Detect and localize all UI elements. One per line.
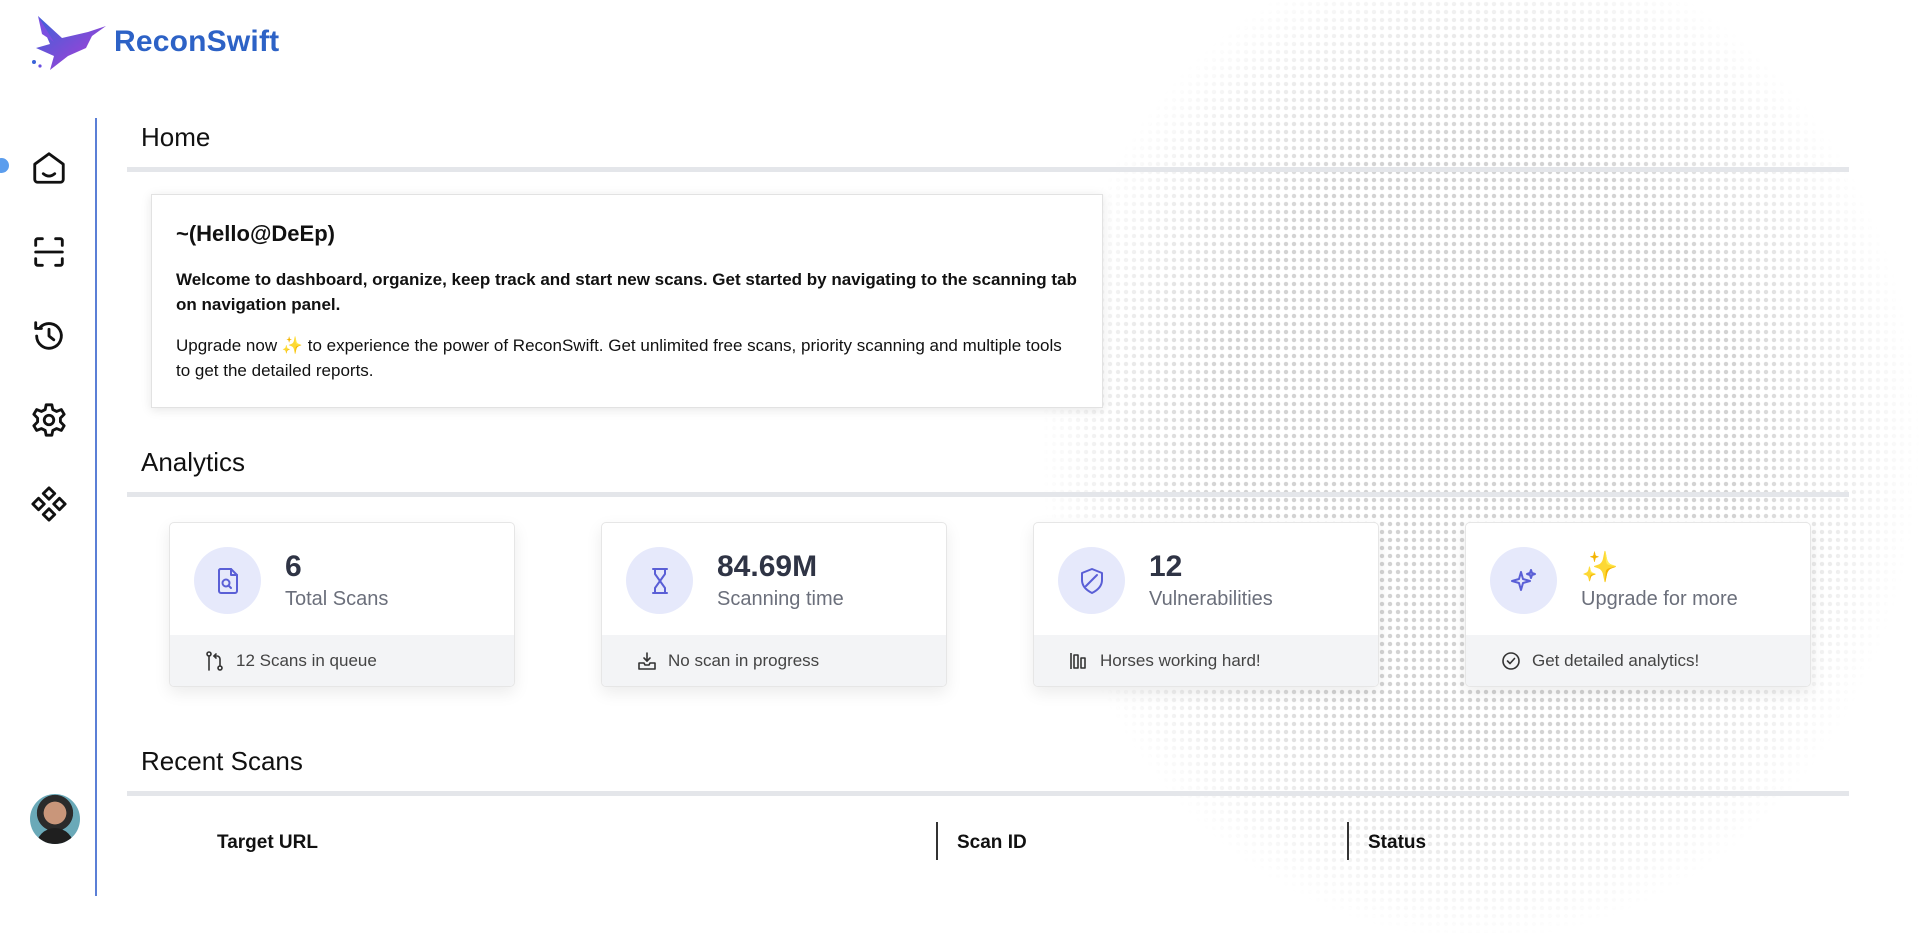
sparkles-icon xyxy=(1490,547,1557,614)
sidebar xyxy=(0,118,97,898)
home-divider xyxy=(127,167,1849,172)
recent-scans-divider xyxy=(127,791,1849,796)
integrations-icon xyxy=(31,486,67,522)
analytics-divider xyxy=(127,492,1849,497)
stat-card-total-scans[interactable]: 6 Total Scans 12 Scans in queue xyxy=(169,522,515,687)
sparkles-emoji: ✨ xyxy=(281,336,304,355)
document-search-icon xyxy=(194,547,261,614)
sidebar-item-integrations[interactable] xyxy=(28,483,70,525)
sidebar-item-history[interactable] xyxy=(28,315,70,357)
stat-footer: 12 Scans in queue xyxy=(170,635,514,686)
queue-icon xyxy=(206,650,223,671)
stat-value: 12 xyxy=(1149,550,1183,583)
column-scan-id[interactable]: Scan ID xyxy=(957,832,1027,854)
main-content: Home ~(Hello@DeEp) Welcome to dashboard,… xyxy=(127,118,1849,860)
stat-label: Vulnerabilities xyxy=(1149,588,1273,610)
gear-icon xyxy=(32,403,66,437)
history-icon xyxy=(34,321,63,350)
app-logo[interactable]: ReconSwift xyxy=(28,12,279,72)
stat-card-upgrade[interactable]: ✨ Upgrade for more Get detailed analytic… xyxy=(1465,522,1811,687)
stat-label: Upgrade for more xyxy=(1581,588,1738,610)
home-title: Home xyxy=(141,122,211,152)
welcome-card: ~(Hello@DeEp) Welcome to dashboard, orga… xyxy=(151,194,1103,408)
column-target-url[interactable]: Target URL xyxy=(217,832,318,854)
active-indicator xyxy=(0,158,9,173)
stat-value: 6 xyxy=(285,550,302,583)
recent-scans-title: Recent Scans xyxy=(141,746,303,776)
sidebar-item-scan[interactable] xyxy=(28,231,70,273)
upgrade-text: Upgrade now ✨ to experience the power of… xyxy=(176,336,1062,380)
table-header: Target URL Scan ID Status xyxy=(127,822,1849,862)
sidebar-item-settings[interactable] xyxy=(28,399,70,441)
scan-icon xyxy=(34,237,64,267)
bars-icon xyxy=(1070,652,1086,669)
stat-label: Total Scans xyxy=(285,588,389,610)
stat-card-scanning-time[interactable]: 84.69M Scanning time No scan in progress xyxy=(601,522,947,687)
stat-value: 84.69M xyxy=(717,550,818,583)
shield-icon xyxy=(1058,547,1125,614)
hummingbird-logo-icon xyxy=(32,16,106,70)
stat-card-vulnerabilities[interactable]: 12 Vulnerabilities Horses working hard! xyxy=(1033,522,1379,687)
welcome-lead: Welcome to dashboard, organize, keep tra… xyxy=(176,270,1077,314)
app-name: ReconSwift xyxy=(114,25,280,58)
home-icon xyxy=(33,152,65,184)
sidebar-item-home[interactable] xyxy=(28,147,70,189)
inbox-icon xyxy=(638,651,656,670)
sidebar-divider xyxy=(95,118,97,896)
stat-label: Scanning time xyxy=(717,588,844,610)
greeting: ~(Hello@DeEp) xyxy=(176,221,335,246)
analytics-title: Analytics xyxy=(141,447,246,477)
check-circle-icon xyxy=(1502,651,1520,670)
recent-scans-section: Recent Scans Target URL Scan ID Status xyxy=(127,746,1849,860)
column-separator xyxy=(1347,822,1349,860)
stat-footer: Horses working hard! xyxy=(1034,635,1378,686)
analytics-section: Analytics 6 Total Scans 12 Scans in queu… xyxy=(127,447,1849,687)
user-avatar[interactable] xyxy=(30,794,80,844)
column-status[interactable]: Status xyxy=(1368,832,1426,854)
stat-footer: Get detailed analytics! xyxy=(1466,635,1810,686)
column-separator xyxy=(936,822,938,860)
stat-footer: No scan in progress xyxy=(602,635,946,686)
hourglass-icon xyxy=(626,547,693,614)
sparkles-emoji: ✨ xyxy=(1581,551,1619,584)
